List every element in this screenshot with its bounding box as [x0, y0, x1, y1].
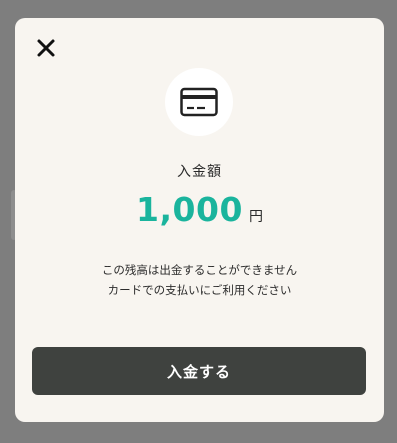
- amount-row: 1,000 円: [15, 190, 384, 229]
- deposit-modal: 入金額 1,000 円 この残高は出金することができません カードでの支払いにご…: [15, 18, 384, 422]
- notice-line-2: カードでの支払いにご利用ください: [107, 283, 292, 297]
- currency-unit: 円: [248, 209, 263, 225]
- close-button[interactable]: [35, 37, 57, 59]
- deposit-amount: 1,000: [136, 190, 243, 229]
- card-icon-circle: [165, 68, 233, 136]
- notice-text: この残高は出金することができません カードでの支払いにご利用ください: [15, 260, 384, 300]
- notice-line-1: この残高は出金することができません: [101, 263, 298, 277]
- credit-card-icon: [180, 87, 218, 117]
- deposit-button[interactable]: 入金する: [32, 347, 366, 395]
- amount-label: 入金額: [177, 164, 222, 180]
- close-icon: [37, 39, 55, 57]
